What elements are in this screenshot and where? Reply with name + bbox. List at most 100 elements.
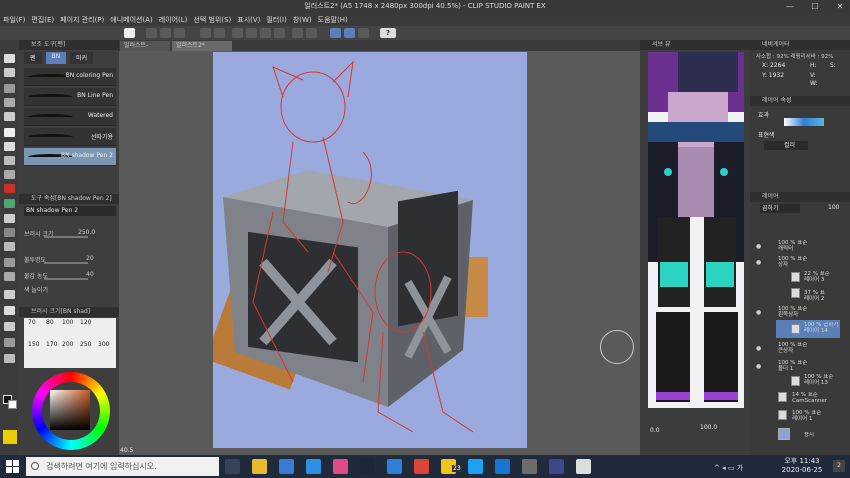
system-tray-icons[interactable]: ^ ◂ ▭ 가: [714, 463, 743, 473]
tab-bn[interactable]: BN: [45, 52, 67, 64]
save-icon[interactable]: [174, 28, 185, 38]
taskbar-clock[interactable]: 오후 11:43 2020-06-25: [776, 457, 828, 477]
store-icon[interactable]: [279, 459, 294, 474]
visibility-eye-icon[interactable]: ●: [756, 345, 762, 352]
brush-tool-icon[interactable]: [4, 156, 15, 165]
gradient-tool-icon[interactable]: [4, 242, 15, 251]
size-100[interactable]: 100: [62, 319, 73, 326]
menu-view[interactable]: 표시(V): [237, 15, 260, 25]
edge-legacy-icon[interactable]: [306, 459, 321, 474]
edge-icon[interactable]: [495, 459, 510, 474]
brush-size-slider[interactable]: [44, 236, 88, 238]
brush-size-value[interactable]: 250.0: [78, 229, 95, 236]
menu-selection[interactable]: 선택 범위(S): [193, 15, 231, 25]
menu-filter[interactable]: 필터(I): [266, 15, 286, 25]
density-slider[interactable]: [44, 278, 88, 280]
line-correction-tool-icon[interactable]: [4, 338, 15, 347]
sub-color-swatch[interactable]: [8, 400, 17, 409]
menu-layer[interactable]: 레이어(L): [159, 15, 188, 25]
windows-start-icon[interactable]: [6, 460, 19, 473]
layer-item-paper[interactable]: 용지: [804, 432, 844, 444]
layer-item[interactable]: 100 % 표준 레이어 1: [792, 410, 844, 422]
task-view-icon[interactable]: [225, 459, 240, 474]
brush-item-bn-coloring-pen[interactable]: BN coloring Pen: [24, 68, 116, 86]
selection-icon[interactable]: [292, 28, 303, 38]
transparent-color-swatch[interactable]: [3, 430, 17, 444]
balloon-tool-icon[interactable]: [4, 322, 15, 331]
brush-item-line-trace[interactable]: 선따기용: [24, 128, 116, 146]
menu-edit[interactable]: 편집(E): [31, 15, 54, 25]
tab-illustration-1[interactable]: 일러스트-: [120, 41, 170, 51]
correction-tool-icon[interactable]: [4, 354, 15, 363]
blend-tool-icon[interactable]: [4, 214, 15, 223]
file-explorer-icon[interactable]: [252, 459, 267, 474]
layer-opacity-value[interactable]: 100: [828, 204, 839, 211]
visibility-eye-icon[interactable]: ●: [756, 363, 762, 370]
mail-icon[interactable]: [387, 459, 402, 474]
menu-help[interactable]: 도움말(H): [318, 15, 348, 25]
opacity-value[interactable]: 20: [86, 255, 94, 262]
size-70[interactable]: 70: [28, 319, 36, 326]
effect-swatches[interactable]: [784, 118, 824, 126]
size-250[interactable]: 250: [80, 341, 91, 348]
tab-marker[interactable]: 마커: [70, 52, 94, 64]
layer-item-selected[interactable]: 100 % 곱하기 레이어 14: [804, 322, 844, 334]
auto-select-tool-icon[interactable]: [4, 98, 15, 107]
clear-icon[interactable]: [232, 28, 243, 38]
visibility-eye-icon[interactable]: ●: [756, 243, 762, 250]
deselect-icon[interactable]: [274, 28, 285, 38]
color-stretch-row[interactable]: 색 늘이기: [24, 285, 104, 296]
opacity-row[interactable]: 불투명도 20: [24, 255, 104, 266]
steam-icon[interactable]: [360, 459, 375, 474]
brush-item-bn-line-pen[interactable]: BN Line Pen: [24, 88, 116, 106]
layer-item[interactable]: 100 % 표준 레이어 13: [804, 374, 844, 386]
lasso-icon[interactable]: [330, 28, 341, 38]
fill-icon[interactable]: [260, 28, 271, 38]
clip-paint-taskbar-icon[interactable]: [576, 459, 591, 474]
menu-window[interactable]: 창(W): [293, 15, 312, 25]
density-row[interactable]: 물감 농도 40: [24, 271, 104, 282]
chrome-icon[interactable]: [414, 459, 429, 474]
tab-illustration-2[interactable]: 일러스트2*: [172, 41, 232, 51]
eyedropper-tool-icon[interactable]: [4, 112, 15, 121]
opacity-slider[interactable]: [44, 262, 88, 264]
layer-item[interactable]: 100 % 표준 큰상자: [778, 342, 840, 354]
expression-color-select[interactable]: 컬러: [764, 141, 808, 150]
menu-page[interactable]: 페이지 관리(P): [60, 15, 104, 25]
undo-icon[interactable]: [200, 28, 211, 38]
crop-icon[interactable]: [306, 28, 317, 38]
size-150[interactable]: 150: [28, 341, 39, 348]
text-tool-icon[interactable]: [4, 306, 15, 315]
bottom-value[interactable]: 100.0: [700, 424, 717, 431]
brush-size-row[interactable]: 브러시 크기 250.0: [24, 229, 104, 240]
layer-item[interactable]: 37 % 표 레이어 2: [804, 290, 844, 302]
decoration-tool-icon[interactable]: [4, 184, 15, 193]
pencil-tool-icon[interactable]: [4, 142, 15, 151]
clip-studio-taskbar-icon[interactable]: [522, 459, 537, 474]
airbrush-tool-icon[interactable]: [4, 170, 15, 179]
help-button[interactable]: ?: [380, 28, 396, 38]
transform-icon[interactable]: [246, 28, 257, 38]
pen-tool-icon[interactable]: [4, 128, 15, 137]
minimize-button[interactable]: —: [780, 0, 800, 13]
sub-view-zoom[interactable]: 0.0: [650, 427, 660, 434]
eraser-tool-icon[interactable]: [4, 199, 15, 208]
show-icon[interactable]: [344, 28, 355, 38]
figure-tool-icon[interactable]: [4, 258, 15, 267]
size-200[interactable]: 200: [62, 341, 73, 348]
blend-mode-select[interactable]: 곱하기: [760, 204, 800, 213]
brush-item-watered[interactable]: Watered: [24, 108, 116, 126]
open-icon[interactable]: [160, 28, 171, 38]
layer-item[interactable]: 100 % 표준 상자: [778, 256, 840, 268]
layer-item[interactable]: 22 % 표준 레이어 3: [804, 271, 844, 283]
size-120[interactable]: 120: [80, 319, 91, 326]
drawing-canvas[interactable]: [213, 52, 527, 448]
layer-item[interactable]: 100 % 표준 캐릭터: [778, 240, 840, 252]
clip-studio-icon[interactable]: [124, 28, 135, 38]
tab-pen[interactable]: 펜: [24, 52, 42, 64]
layer-item[interactable]: 100 % 표준 폴더 1: [778, 360, 840, 372]
color-saturation-square[interactable]: [50, 390, 90, 430]
move-tool-icon[interactable]: [4, 68, 15, 77]
taskbar-search-input[interactable]: 검색하려면 여기에 입력하십시오.: [26, 457, 219, 476]
maximize-button[interactable]: ☐: [805, 0, 825, 13]
